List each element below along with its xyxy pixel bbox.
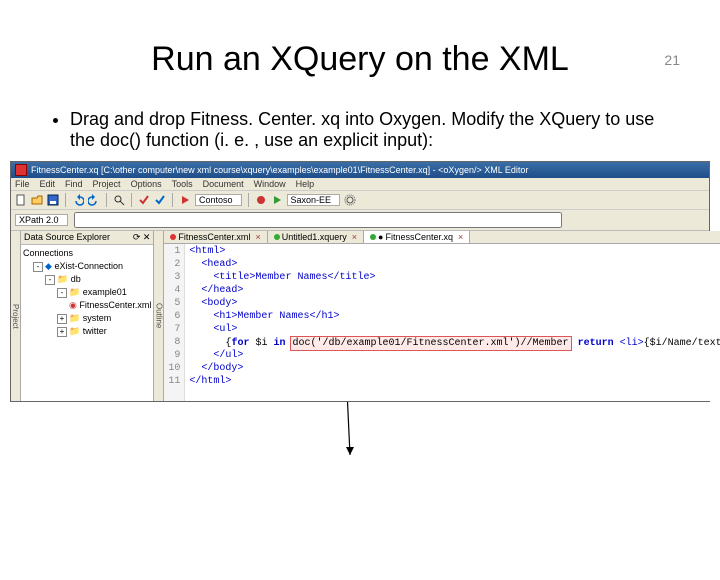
editor-tabs: FitnessCenter.xml× Untitled1.xquery× ● F… (164, 231, 720, 244)
tree-item[interactable]: -◆ eXist-Connection (23, 260, 151, 273)
tree-item[interactable]: -📁 example01 (23, 286, 151, 299)
workarea: Project Data Source Explorer ⟳ ✕ Connect… (11, 231, 709, 401)
scenario-dropdown[interactable]: Contoso (195, 194, 242, 206)
window-title: FitnessCenter.xq [C:\other computer\new … (31, 165, 528, 175)
xpath-input[interactable] (74, 212, 562, 228)
close-icon[interactable]: × (352, 232, 357, 242)
new-file-icon[interactable] (15, 194, 27, 206)
oxygen-ide-window: FitnessCenter.xq [C:\other computer\new … (10, 161, 710, 402)
xq-icon (370, 234, 376, 240)
tree-item[interactable]: +📁 twitter (23, 325, 151, 338)
save-icon[interactable] (47, 194, 59, 206)
explorer-toolbar[interactable]: ⟳ ✕ (133, 232, 151, 243)
menu-edit[interactable]: Edit (40, 179, 56, 189)
tab-fitnesscenter-xq[interactable]: ● FitnessCenter.xq× (364, 231, 470, 243)
page-number: 21 (664, 52, 680, 68)
redo-icon[interactable] (88, 194, 100, 206)
debug-icon[interactable] (255, 194, 267, 206)
code-editor[interactable]: 1234567891011 <html> <head> <title>Membe… (164, 244, 720, 401)
search-icon[interactable] (113, 194, 125, 206)
menu-document[interactable]: Document (203, 179, 244, 189)
editor-pane: FitnessCenter.xml× Untitled1.xquery× ● F… (164, 231, 720, 401)
run-icon[interactable] (271, 194, 283, 206)
menu-options[interactable]: Options (131, 179, 162, 189)
xpath-toolbar: XPath 2.0 (11, 210, 709, 231)
window-titlebar: FitnessCenter.xq [C:\other computer\new … (11, 162, 709, 178)
bullet-item: Drag and drop Fitness. Center. xq into O… (70, 109, 670, 151)
close-icon[interactable]: × (255, 232, 260, 242)
separator (106, 193, 107, 207)
explorer-tree[interactable]: Connections -◆ eXist-Connection -📁 db -📁… (21, 245, 153, 340)
open-file-icon[interactable] (31, 194, 43, 206)
transform-icon[interactable] (179, 194, 191, 206)
tree-item[interactable]: +📁 system (23, 312, 151, 325)
gear-icon[interactable] (344, 194, 356, 206)
slide-title: Run an XQuery on the XML (0, 40, 720, 79)
bullet-list: Drag and drop Fitness. Center. xq into O… (50, 109, 670, 151)
validate-icon[interactable] (138, 194, 150, 206)
separator (131, 193, 132, 207)
tree-item-xml[interactable]: ◉ FitnessCenter.xml (23, 299, 151, 312)
outline-tab[interactable]: Outline (154, 231, 164, 401)
tree-root: Connections (23, 247, 151, 260)
app-icon (15, 164, 27, 176)
tab-fitnesscenter-xml[interactable]: FitnessCenter.xml× (164, 231, 267, 243)
menu-project[interactable]: Project (93, 179, 121, 189)
tree-item[interactable]: -📁 db (23, 273, 151, 286)
menu-find[interactable]: Find (65, 179, 83, 189)
explorer-title: Data Source Explorer (24, 232, 110, 243)
xq-icon (274, 234, 280, 240)
separator (248, 193, 249, 207)
separator (65, 193, 66, 207)
menu-tools[interactable]: Tools (172, 179, 193, 189)
toolbar: Contoso Saxon-EE (11, 190, 709, 210)
menu-help[interactable]: Help (296, 179, 315, 189)
menu-file[interactable]: File (15, 179, 30, 189)
code-source[interactable]: <html> <head> <title>Member Names</title… (185, 244, 720, 401)
line-gutter: 1234567891011 (164, 244, 185, 401)
xpath-version-dropdown[interactable]: XPath 2.0 (15, 214, 68, 226)
tab-untitled-xquery[interactable]: Untitled1.xquery× (268, 231, 364, 243)
menubar[interactable]: File Edit Find Project Options Tools Doc… (11, 178, 709, 190)
menu-window[interactable]: Window (254, 179, 286, 189)
wellformed-icon[interactable] (154, 194, 166, 206)
close-icon[interactable]: × (458, 232, 463, 242)
undo-icon[interactable] (72, 194, 84, 206)
separator (172, 193, 173, 207)
highlighted-doc-call: doc('/db/example01/FitnessCenter.xml')//… (290, 336, 572, 351)
xml-icon (170, 234, 176, 240)
project-tab[interactable]: Project (11, 231, 21, 401)
engine-dropdown[interactable]: Saxon-EE (287, 194, 341, 206)
data-source-explorer: Data Source Explorer ⟳ ✕ Connections -◆ … (21, 231, 154, 401)
